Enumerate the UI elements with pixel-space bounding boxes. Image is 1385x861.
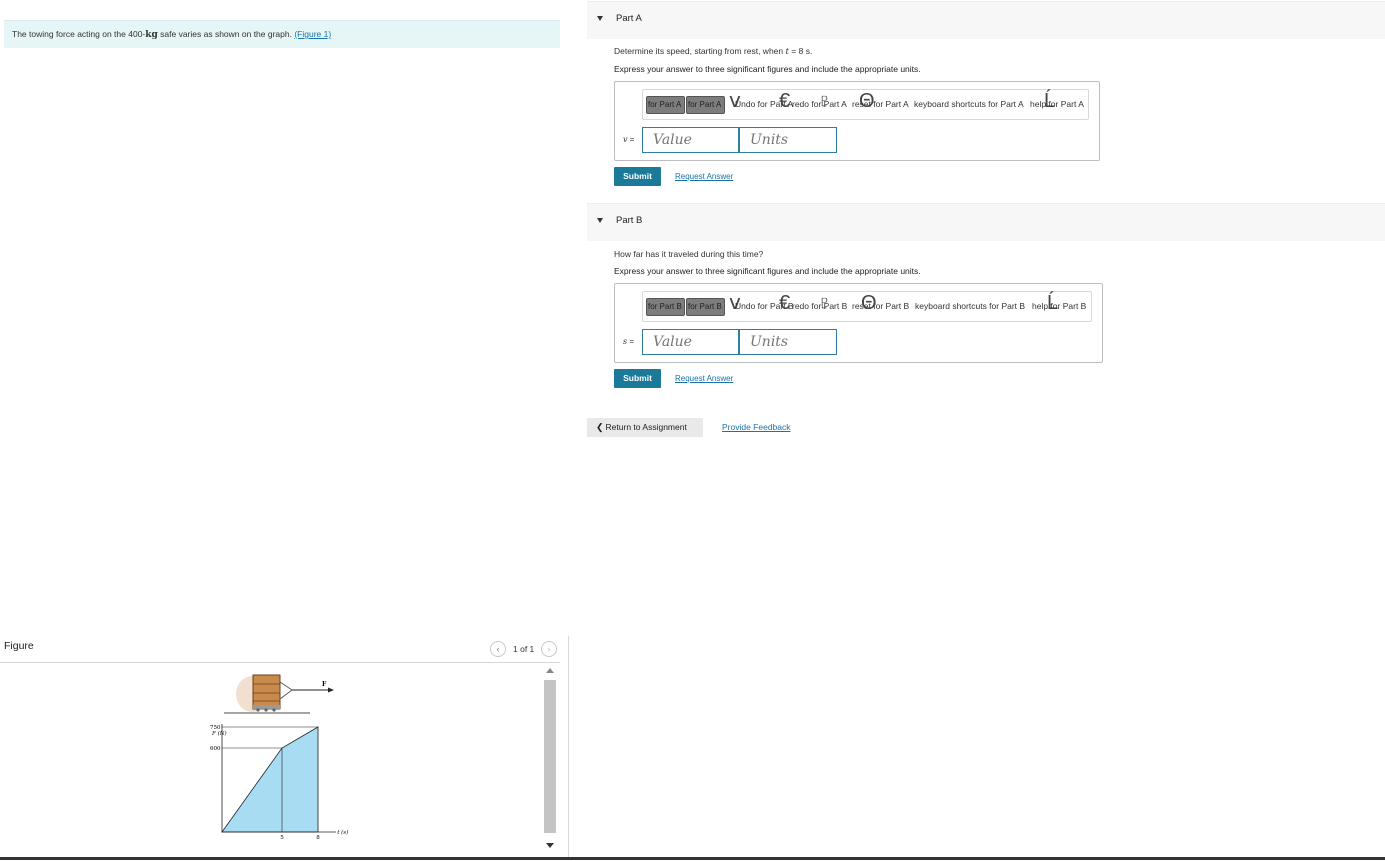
part-a-question: Determine its speed, starting from rest,… [614, 46, 813, 57]
redo-icon: € [779, 292, 791, 314]
chevron-right-icon: › [547, 644, 551, 654]
part-b-value-input[interactable] [642, 329, 739, 355]
pane-divider [568, 636, 569, 858]
caret-down-icon [597, 16, 603, 21]
part-a-toolbar: for Part A for Part A ⅴ Undo for Part A … [642, 89, 1089, 120]
part-a-submit-button[interactable]: Submit [614, 167, 661, 186]
part-b-units-input[interactable] [739, 329, 837, 355]
part-a-help-button[interactable]: help for Part A [1030, 99, 1084, 109]
part-a-request-answer-link[interactable]: Request Answer [675, 172, 733, 181]
part-a-units-input[interactable] [739, 127, 837, 153]
y-axis-label: F (N) [211, 730, 227, 737]
part-a-instruction: Express your answer to three significant… [614, 64, 921, 74]
part-b-shortcuts-button[interactable]: keyboard shortcuts for Part B [915, 301, 1025, 311]
problem-unit: kg [145, 30, 158, 40]
window-bottom-edge [0, 857, 1385, 860]
part-b-request-answer-link[interactable]: Request Answer [675, 374, 733, 383]
figure-header: Figure ‹ 1 of 1 › [0, 636, 560, 663]
problem-text: The towing force acting on the 400- [12, 29, 146, 39]
part-a-answer-box: for Part A for Part A ⅴ Undo for Part A … [614, 81, 1100, 161]
x-tick-5: 5 [280, 835, 284, 841]
caret-down-icon [597, 218, 603, 223]
figure-pager: 1 of 1 [513, 644, 535, 654]
x-axis-label: t (s) [337, 829, 348, 836]
scroll-down-icon[interactable] [546, 843, 554, 848]
x-tick-8: 8 [316, 835, 320, 841]
safe-illustration [224, 674, 334, 714]
figure-prev-button[interactable]: ‹ [490, 641, 506, 657]
return-to-assignment-button[interactable]: ❮ Return to Assignment [587, 418, 703, 437]
part-a-shortcuts-button[interactable]: keyboard shortcuts for Part A [914, 99, 1024, 109]
y-tick-600: 600 [210, 746, 221, 752]
force-area [221, 726, 319, 833]
part-b-answer-box: for Part B for Part B ⅴ Undo for Part B … [614, 283, 1103, 363]
scroll-up-icon[interactable] [546, 668, 554, 673]
figure-link[interactable]: (Figure 1) [294, 29, 331, 39]
part-b-help-button[interactable]: help for Part B [1032, 301, 1086, 311]
figure-next-button[interactable]: › [541, 641, 557, 657]
part-b-submit-button[interactable]: Submit [614, 369, 661, 388]
part-b-symbols-button[interactable]: for Part B [686, 298, 725, 316]
figure-scrollbar[interactable] [543, 664, 557, 854]
part-b-header[interactable]: Part B [587, 203, 1385, 241]
part-a-title: Part A [616, 13, 642, 24]
return-label: Return to Assignment [605, 422, 687, 432]
part-a-symbols-button[interactable]: for Part A [686, 96, 725, 114]
part-a-header[interactable]: Part A [587, 1, 1385, 39]
chevron-left-icon: ‹ [496, 644, 500, 654]
redo-icon: € [779, 90, 791, 112]
part-a-variable-label: v = [623, 135, 635, 144]
force-label: F [322, 681, 327, 688]
part-b-template-button[interactable]: for Part B [646, 298, 685, 316]
figure-image: F F (N) 750 600 5 8 t (s) [210, 674, 348, 841]
problem-text-after: safe varies as shown on the graph. [157, 29, 295, 39]
y-tick-750: 750 [210, 725, 221, 731]
left-pane: The towing force acting on the 400-kg sa… [0, 0, 568, 858]
part-a-template-button[interactable]: for Part A [646, 96, 685, 114]
chevron-left-icon: ❮ [596, 422, 604, 432]
part-b-title: Part B [616, 215, 643, 226]
provide-feedback-link[interactable]: Provide Feedback [722, 422, 791, 432]
part-b-variable-label: s = [623, 337, 635, 346]
scroll-thumb[interactable] [544, 680, 556, 833]
keyboard-icon: Θ [859, 90, 875, 112]
problem-statement: The towing force acting on the 400-kg sa… [4, 20, 560, 48]
keyboard-icon: Θ [861, 292, 877, 314]
reset-icon: ♇ [817, 292, 832, 314]
figure-title: Figure [4, 640, 34, 652]
part-b-toolbar: for Part B for Part B ⅴ Undo for Part B … [642, 291, 1092, 322]
part-b-question: How far has it traveled during this time… [614, 249, 764, 259]
part-a-value-input[interactable] [642, 127, 739, 153]
reset-icon: ♇ [817, 90, 832, 112]
force-time-graph: F (N) 750 600 5 8 t (s) [210, 724, 348, 841]
part-b-instruction: Express your answer to three significant… [614, 266, 921, 276]
